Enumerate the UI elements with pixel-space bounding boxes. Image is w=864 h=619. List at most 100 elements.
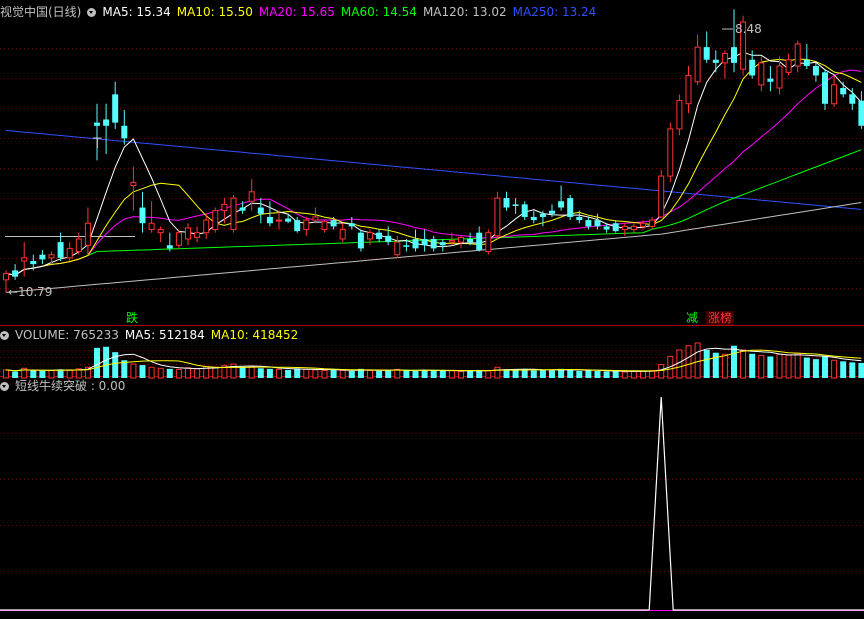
candle-body [48, 254, 55, 259]
volume-bar [367, 369, 373, 379]
candle-body [175, 232, 182, 246]
ma60-line [5, 149, 862, 276]
volume-bar [576, 371, 583, 378]
candle-body [3, 273, 9, 281]
candle-body [612, 223, 619, 232]
volume-bar [539, 369, 546, 378]
volume-bar [257, 368, 264, 378]
volume-bar [448, 369, 455, 379]
candle-body [112, 94, 119, 123]
volume-bar [858, 362, 864, 378]
volume-bar [594, 371, 601, 378]
candle-body [367, 232, 373, 240]
candle-body [157, 229, 164, 234]
candle-body [330, 220, 337, 227]
volume-bar [130, 363, 137, 379]
candle-body [439, 242, 446, 246]
candle-body [785, 59, 792, 73]
volume-bar [685, 345, 692, 379]
volume-ma5-label: MA5: 512184 [124, 328, 205, 342]
volume-bar [767, 356, 774, 378]
volume-bar [157, 367, 164, 379]
candle-body [66, 247, 73, 259]
volume-bar [630, 371, 637, 379]
ma250-line [5, 130, 862, 210]
volume-ma10-label: MA10: 418452 [210, 328, 299, 342]
candle-body [803, 59, 810, 67]
candle-body [503, 198, 510, 208]
candle-body [703, 47, 710, 60]
candle-body [530, 216, 537, 221]
volume-bar [512, 369, 519, 378]
candle-body [603, 226, 610, 230]
candle-body [394, 241, 401, 256]
price-header: 视觉中国(日线) MA5: 15.34 MA10: 15.50 MA20: 15.65… [0, 3, 602, 21]
candle-body [476, 232, 483, 250]
candle-body [849, 94, 856, 104]
dropdown-icon[interactable] [0, 331, 9, 340]
volume-bar [530, 370, 537, 378]
candle-body [539, 213, 546, 217]
candle-body [203, 219, 210, 234]
candle-body [812, 66, 819, 76]
volume-bar [430, 370, 437, 378]
candle-body [694, 46, 701, 83]
candle-body [558, 201, 565, 208]
candle-body [266, 216, 273, 224]
volume-bar [703, 350, 710, 378]
candle-body [822, 72, 828, 104]
volume-bar [749, 353, 756, 378]
volume-bar [339, 369, 346, 379]
volume-bar [549, 370, 555, 378]
chart-canvas: T 8.48 ←10.79 [0, 9, 864, 611]
candle-body [621, 225, 628, 231]
candle-body [21, 257, 28, 262]
candle-body [649, 219, 656, 227]
volume-bar [403, 370, 410, 378]
volume-bar [776, 353, 783, 379]
volume-bar [831, 359, 838, 379]
volume-label: VOLUME: 765233 [15, 328, 119, 342]
volume-bar [348, 371, 355, 378]
volume-bar [676, 349, 683, 379]
volume-bar [194, 368, 201, 379]
indicator-line [0, 396, 864, 611]
volume-bar [394, 368, 401, 379]
candle-body [576, 216, 583, 221]
volume-bar [139, 365, 146, 378]
indicator-label: 短线牛续突破 : 0.00 [15, 379, 126, 393]
volume-bar [812, 359, 819, 378]
candle-body [230, 197, 237, 231]
candle-body [685, 74, 692, 105]
volume-bar [822, 356, 828, 378]
volume-header: VOLUME: 765233 MA5: 512184 MA10: 418452 [0, 326, 304, 344]
volume-bar [166, 368, 173, 378]
annotation-t: T [92, 136, 102, 152]
volume-bar [803, 357, 810, 378]
candle-body [276, 219, 282, 222]
volume-bar [585, 370, 592, 378]
candle-body [512, 204, 519, 206]
candle-body [221, 203, 228, 212]
volume-bar [303, 368, 310, 379]
candle-body [794, 43, 801, 67]
volume-bar [740, 349, 747, 379]
volume-bar [94, 347, 100, 378]
ma120-label: MA120: 13.02 [422, 5, 507, 19]
candle-body [448, 240, 455, 243]
candle-body [549, 210, 555, 214]
indicator-header: 短线牛续突破 : 0.00 [0, 377, 131, 395]
candle-body [312, 216, 319, 221]
volume-bar [421, 369, 428, 378]
candle-body [139, 207, 146, 224]
dropdown-icon[interactable] [0, 382, 9, 391]
dropdown-icon[interactable] [87, 8, 97, 17]
candle-body [458, 236, 464, 243]
volume-bar [239, 367, 246, 378]
candle-body [467, 238, 474, 243]
candle-body [130, 181, 137, 187]
candle-body [430, 238, 437, 249]
candle-body [30, 260, 37, 265]
volume-bar [330, 369, 337, 378]
volume-bar [785, 354, 792, 379]
